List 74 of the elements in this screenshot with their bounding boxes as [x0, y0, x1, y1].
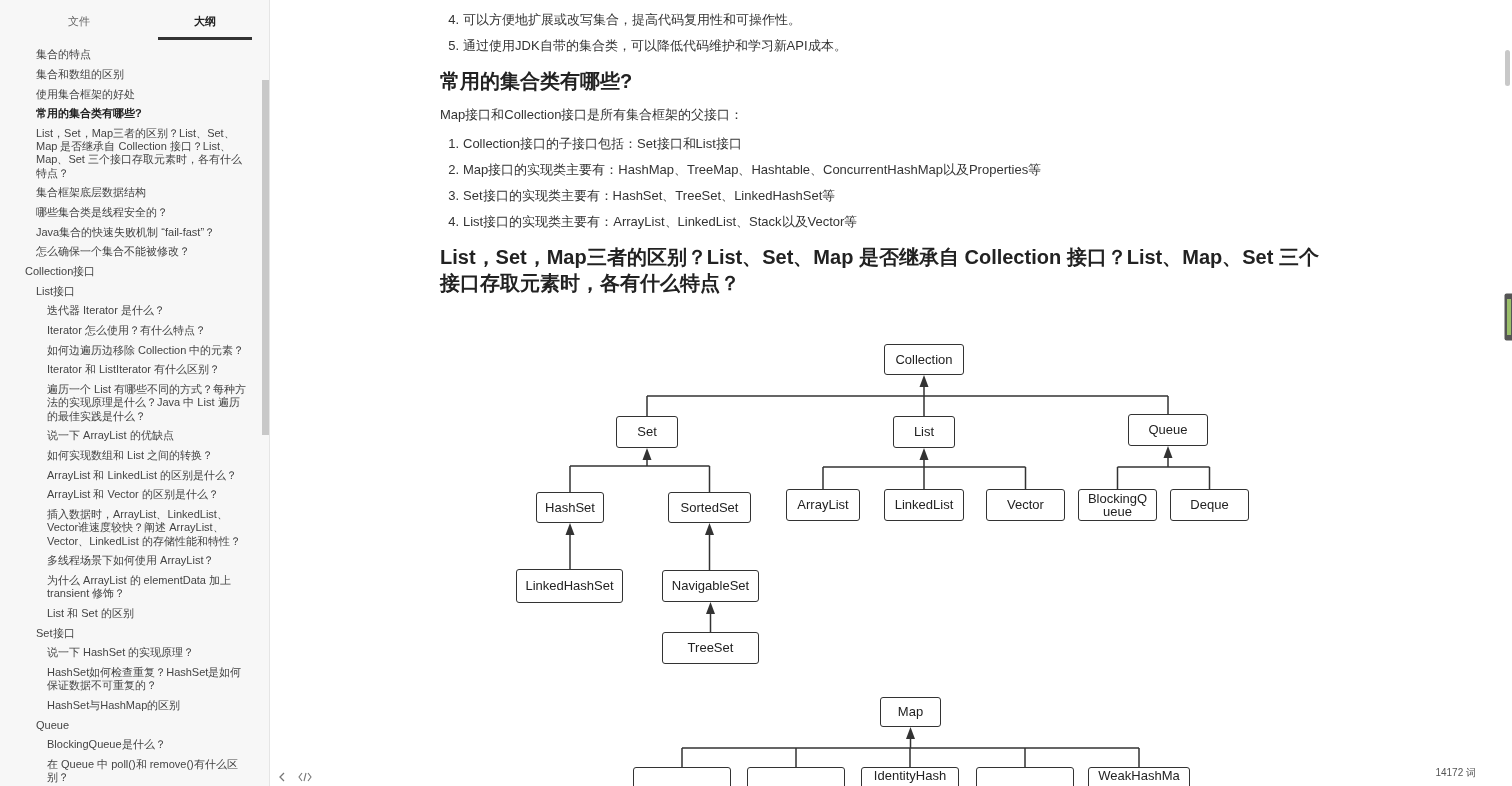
class-node: Vector: [986, 489, 1065, 521]
list-item-text: Map接口的实现类主要有：HashMap、TreeMap、Hashtable、ConcurrentHashMap以及Properties等: [463, 162, 1042, 178]
outline-item[interactable]: ArrayList 和 LinkedList 的区别是什么？: [0, 465, 247, 486]
list-item-text: 通过使用JDK自带的集合类，可以降低代码维护和学习新API成本。: [463, 38, 847, 54]
outline-item[interactable]: Iterator 怎么使用？有什么特点？: [0, 320, 247, 341]
list-number: 4.: [447, 12, 460, 28]
word-count: 14172 词: [1435, 766, 1476, 780]
outline-item[interactable]: HashSet如何检查重复？HashSet是如何保证数据不可重复的？: [0, 662, 247, 696]
outline-item[interactable]: 为什么 ArrayList 的 elementData 加上 transient 修饰？: [0, 570, 247, 604]
section-heading: List，Set，Map三者的区别？List、Set、Map 是否继承自 Collection 接口？List、Map、Set 三个接口存取元素时，各有什么特点？: [440, 245, 1320, 296]
scrollbar-thumb[interactable]: [1505, 50, 1510, 86]
outline-item[interactable]: 集合和数组的区别: [0, 64, 247, 85]
class-node: IdentityHash: [861, 767, 959, 786]
inheritance-connector: [565, 523, 575, 570]
outline-item[interactable]: ArrayList 和 Vector 的区别是什么？: [0, 485, 247, 505]
outline-item[interactable]: 集合框架底层数据结构: [0, 183, 247, 203]
class-node: List: [893, 416, 955, 448]
outline-item[interactable]: 说一下 HashSet 的实现原理？: [0, 643, 247, 663]
class-node: WeakHashMa: [1088, 767, 1190, 786]
outline-item[interactable]: 多线程场景下如何使用 ArrayList？: [0, 551, 247, 571]
outline-item[interactable]: 使用集合框架的好处: [0, 84, 247, 104]
list-item-text: Collection接口的子接口包括：Set接口和List接口: [463, 136, 742, 152]
outline-item[interactable]: 哪些集合类是线程安全的？: [0, 202, 247, 223]
paragraph: Map接口和Collection接口是所有集合框架的父接口：: [440, 106, 745, 124]
outline-item[interactable]: List，Set，Map三者的区别？List、Set、Map 是否继承自 Collection 接口？List、Map、Set 三个接口存取元素时，各有什么特点？: [0, 123, 247, 184]
class-node: TreeSet: [662, 632, 759, 664]
sidebar-tab[interactable]: 大纲: [158, 0, 252, 40]
outline-item[interactable]: Iterator 和 ListIterator 有什么区别？: [0, 360, 247, 380]
outline-item[interactable]: 在 Queue 中 poll()和 remove()有什么区别？: [0, 754, 247, 786]
class-node: Deque: [1170, 489, 1249, 521]
sidebar-tab[interactable]: 文件: [32, 0, 126, 40]
outline-item[interactable]: List接口: [0, 281, 247, 302]
outline-item[interactable]: 如何实现数组和 List 之间的转换？: [0, 445, 247, 466]
list-item-text: 可以方便地扩展或改写集合，提高代码复用性和可操作性。: [463, 12, 801, 28]
outline-item[interactable]: Queue: [0, 715, 247, 736]
outline-item[interactable]: 说一下 ArrayList 的优缺点: [0, 426, 247, 446]
list-number: 5.: [447, 38, 460, 54]
outline-item[interactable]: BlockingQueue是什么？: [0, 735, 247, 755]
class-node: ArrayList: [786, 489, 860, 521]
list-number: 2.: [447, 162, 460, 178]
list-item-text: List接口的实现类主要有：ArrayList、LinkedList、Stack以及Vector等: [463, 214, 858, 230]
scrollbar-thumb[interactable]: [262, 80, 269, 435]
outline-item[interactable]: Java集合的快速失败机制 “fail-fast”？: [0, 222, 247, 243]
outline-item[interactable]: HashSet与HashMap的区别: [0, 695, 247, 716]
outline-item[interactable]: Collection接口: [0, 261, 247, 282]
outline-item[interactable]: 如何边遍历边移除 Collection 中的元素？: [0, 340, 247, 361]
outline-item[interactable]: 集合的特点: [0, 45, 247, 65]
class-node: NavigableSet: [662, 570, 759, 602]
class-node: Map: [880, 697, 941, 727]
list-number: 3.: [447, 188, 460, 204]
class-node: Set: [616, 416, 678, 448]
outline-item[interactable]: List 和 Set 的区别: [0, 603, 247, 624]
inheritance-connector: [706, 602, 715, 633]
class-node: HashSet: [536, 492, 604, 523]
list-number: 1.: [447, 136, 460, 152]
list-item-text: Set接口的实现类主要有：HashSet、TreeSet、LinkedHashSet等: [463, 188, 836, 204]
meter-icon[interactable]: [1504, 293, 1512, 341]
class-node: LinkedHashSet: [516, 569, 623, 603]
outline-item[interactable]: 插入数据时，ArrayList、LinkedList、Vector谁速度较快？阐述 ArrayList、Vector、LinkedList 的存储性能和特性？: [0, 504, 247, 552]
section-heading: 常用的集合类有哪些?: [440, 69, 634, 94]
collapse-sidebar-icon[interactable]: [278, 772, 286, 782]
outline-item[interactable]: 迭代器 Iterator 是什么？: [0, 301, 247, 321]
class-node: Queue: [1128, 414, 1208, 446]
inheritance-connector: [705, 523, 714, 571]
source-code-icon[interactable]: [298, 772, 312, 782]
outline-item[interactable]: Set接口: [0, 623, 247, 644]
outline-item[interactable]: 常用的集合类有哪些?: [0, 104, 247, 124]
class-node: BlockingQueue: [1078, 489, 1157, 521]
class-node: LinkedList: [884, 489, 964, 521]
class-node: SortedSet: [668, 492, 751, 523]
list-number: 4.: [447, 214, 460, 230]
outline-item[interactable]: 遍历一个 List 有哪些不同的方式？每种方法的实现原理是什么？Java 中 List 遍历的最佳实践是什么？: [0, 379, 247, 427]
outline-item[interactable]: 怎么确保一个集合不能被修改？: [0, 242, 247, 262]
class-node: Collection: [884, 344, 964, 375]
